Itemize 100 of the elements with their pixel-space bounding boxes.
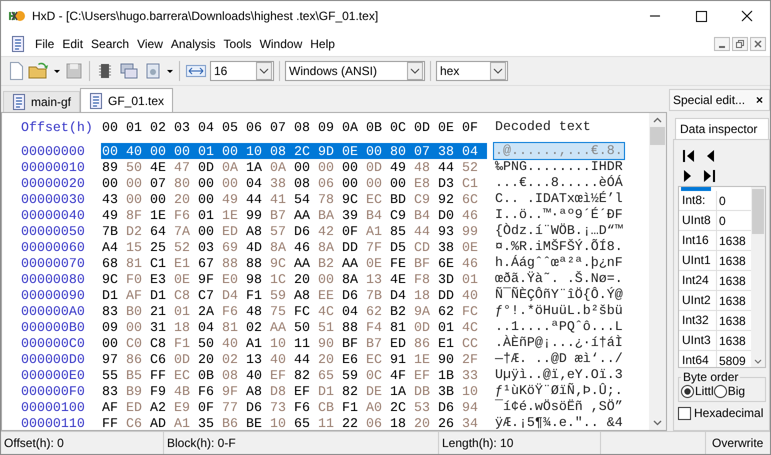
hex-byte: 64 xyxy=(150,224,167,238)
scroll-thumb[interactable] xyxy=(650,127,665,145)
hexadecimal-checkbox[interactable]: Hexadecimal xyxy=(678,406,766,420)
hex-byte: A8 xyxy=(246,384,263,398)
column-header: 0A xyxy=(342,120,359,134)
hex-byte: 20 xyxy=(294,272,311,286)
hex-byte: 85 xyxy=(390,224,407,238)
hex-byte: EF xyxy=(294,384,311,398)
offset-base-dropdown[interactable]: hex xyxy=(436,61,508,81)
file-tab[interactable]: GF_01.tex xyxy=(80,88,174,112)
hex-byte: 00 xyxy=(318,272,335,286)
hex-byte: 0D xyxy=(366,160,383,174)
hex-byte: 00 xyxy=(102,144,119,158)
menu-item[interactable]: Edit xyxy=(58,36,88,50)
hex-byte: 47 xyxy=(174,160,191,174)
next-icon[interactable] xyxy=(682,169,692,183)
hex-byte: 1A xyxy=(246,160,263,174)
offset-label: 000000E0 xyxy=(20,368,86,382)
disk-drives-icon[interactable] xyxy=(118,61,140,81)
menu-item[interactable]: Window xyxy=(256,36,306,50)
hex-byte: 40 xyxy=(222,336,239,350)
hex-byte: 00 xyxy=(198,224,215,238)
offset-label: 00000050 xyxy=(20,224,86,238)
panel-title: Special edit... xyxy=(673,93,746,107)
scrollbar[interactable] xyxy=(751,187,765,367)
minimize-icon[interactable] xyxy=(714,36,730,50)
decoded-text: —†Æ. ..@D æì‘../ xyxy=(494,350,624,368)
file-tab[interactable]: main-gf xyxy=(3,91,80,112)
hex-byte: C6 xyxy=(126,416,143,430)
last-icon[interactable] xyxy=(702,169,716,183)
hex-byte: C0 xyxy=(126,336,143,350)
hex-byte: 00 xyxy=(222,176,239,190)
offset-label: 000000F0 xyxy=(20,384,86,398)
hex-byte: E8 xyxy=(414,176,431,190)
hex-byte: D5 xyxy=(390,240,407,254)
hex-byte: 00 xyxy=(126,192,143,206)
hex-byte: D1 xyxy=(318,384,335,398)
hex-byte: 83 xyxy=(102,384,119,398)
first-icon[interactable] xyxy=(682,149,696,163)
decoded-text: ¯í¢é.wÖsöËñ ,SÖ” xyxy=(494,398,624,416)
menu-item[interactable]: Help xyxy=(306,36,339,50)
hex-byte: CB xyxy=(318,400,335,414)
menu-item[interactable]: Tools xyxy=(220,36,256,50)
new-file-icon[interactable] xyxy=(7,61,25,81)
hex-byte: 08 xyxy=(270,144,287,158)
hex-byte: 01 xyxy=(198,144,215,158)
charset-dropdown[interactable]: Windows (ANSI) xyxy=(285,61,425,81)
hex-byte: FF xyxy=(150,368,167,382)
scrollbar[interactable] xyxy=(649,113,666,430)
menu-item[interactable]: Analysis xyxy=(166,36,220,50)
decoded-text: ƒ°!.*öHuüL.b²šbü xyxy=(494,302,624,320)
data-inspector-tab[interactable]: Data inspector xyxy=(675,118,769,139)
close-icon[interactable] xyxy=(750,36,766,50)
hex-byte: 99 xyxy=(462,224,479,238)
radio-option[interactable]: Big xyxy=(714,384,746,398)
scroll-thumb[interactable] xyxy=(752,189,764,234)
menu-item[interactable]: File xyxy=(31,36,58,50)
offset-label: 000000B0 xyxy=(20,320,86,334)
type-label: UInt8 xyxy=(679,211,717,230)
hex-byte: F8 xyxy=(414,272,431,286)
previous-icon[interactable] xyxy=(706,149,716,163)
hex-byte: 00 xyxy=(102,176,119,190)
hex-byte: F6 xyxy=(174,208,191,222)
bytes-per-row-dropdown[interactable]: 16 xyxy=(210,61,274,81)
hex-byte: 31 xyxy=(150,320,167,334)
hex-byte: 8A xyxy=(342,272,359,286)
hex-byte: F1 xyxy=(246,288,263,302)
hex-byte: 20 xyxy=(174,192,191,206)
hex-byte: 50 xyxy=(198,336,215,350)
hex-byte: 01 xyxy=(462,272,479,286)
hex-byte: 1E xyxy=(222,208,239,222)
hex-byte: F1 xyxy=(174,336,191,350)
radio-option[interactable]: Littl xyxy=(681,384,714,398)
hex-byte: 89 xyxy=(102,160,119,174)
radio-circle-icon[interactable] xyxy=(714,384,727,398)
column-header: 0C xyxy=(390,120,407,134)
checkbox-square-icon[interactable] xyxy=(678,406,691,420)
hex-byte: B7 xyxy=(270,208,287,222)
restore-icon[interactable] xyxy=(732,36,748,50)
menu-item[interactable]: Search xyxy=(87,36,134,50)
radio-circle-icon[interactable] xyxy=(681,384,694,398)
close-button[interactable]: × xyxy=(756,93,763,107)
hex-byte: B2 xyxy=(390,304,407,318)
hex-byte: 86 xyxy=(414,336,431,350)
decoded-text: ‰PNG........IHDR xyxy=(494,158,624,175)
hex-byte: 11 xyxy=(294,336,311,350)
menu-item[interactable]: View xyxy=(133,36,167,50)
hex-byte: 00 xyxy=(294,160,311,174)
hex-byte: 99 xyxy=(246,208,263,222)
hex-byte: 00 xyxy=(174,144,191,158)
offset-label: 000000A0 xyxy=(20,304,86,318)
hex-byte: 4E xyxy=(150,160,167,174)
hex-byte: 1C xyxy=(270,272,287,286)
hex-byte: 40 xyxy=(246,368,263,382)
hex-byte: 92 xyxy=(438,192,455,206)
hex-byte: D6 xyxy=(246,400,263,414)
hex-byte: BD xyxy=(390,192,407,206)
hex-byte: 68 xyxy=(102,256,119,270)
hex-byte: FC xyxy=(294,304,311,318)
hex-byte: 9D xyxy=(318,144,335,158)
